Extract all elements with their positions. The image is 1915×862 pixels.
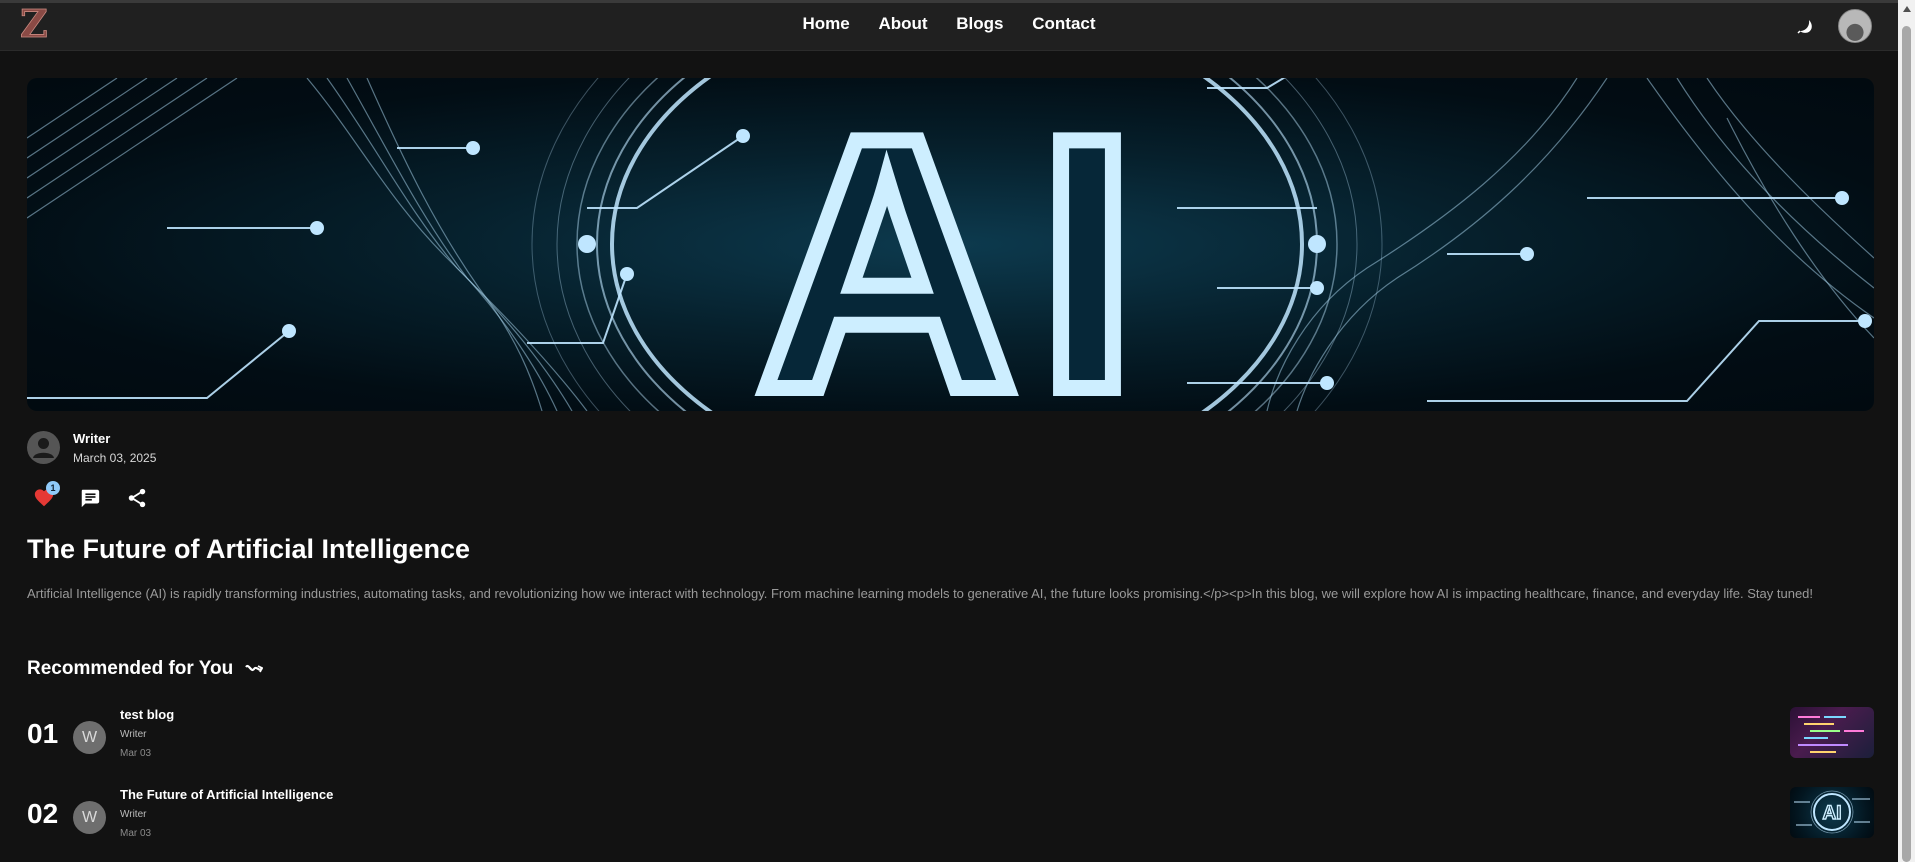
post-body: Artificial Intelligence (AI) is rapidly …	[27, 586, 1814, 601]
post-date: March 03, 2025	[73, 451, 157, 465]
main-nav: Home About Blogs Contact	[0, 14, 1898, 34]
scrollbar-thumb[interactable]	[1902, 26, 1911, 862]
nav-about[interactable]: About	[878, 14, 927, 33]
recommended-heading-label: Recommended for You	[27, 658, 234, 679]
recommended-title[interactable]: test blog	[120, 707, 174, 722]
top-navbar: Z Home About Blogs Contact	[0, 0, 1898, 51]
svg-text:AI: AI	[757, 78, 1157, 411]
person-icon	[33, 438, 54, 458]
recommended-item[interactable]: 01 W test blog Writer Mar 03	[27, 707, 1874, 767]
author-initial-avatar: W	[73, 721, 106, 754]
like-count-badge: 1	[46, 481, 60, 495]
recommended-thumbnail[interactable]	[1790, 707, 1874, 758]
post-title: The Future of Artificial Intelligence	[27, 534, 471, 564]
moon-icon[interactable]	[1796, 16, 1816, 36]
trending-icon	[244, 658, 263, 679]
comment-icon[interactable]	[79, 487, 101, 509]
nav-home[interactable]: Home	[802, 14, 849, 33]
recommended-title[interactable]: The Future of Artificial Intelligence	[120, 787, 333, 802]
nav-blogs[interactable]: Blogs	[956, 14, 1003, 33]
author-initial-avatar: W	[73, 801, 106, 834]
user-avatar[interactable]	[1838, 9, 1872, 43]
recommended-date: Mar 03	[120, 748, 152, 759]
recommended-author: Writer	[120, 809, 147, 820]
recommended-heading: Recommended for You	[27, 658, 263, 680]
recommended-date: Mar 03	[120, 828, 152, 839]
rank-number: 01	[27, 718, 59, 749]
recommended-author: Writer	[120, 729, 147, 740]
nav-contact[interactable]: Contact	[1032, 14, 1095, 33]
recommended-thumbnail[interactable]: AI	[1790, 787, 1874, 838]
author-name[interactable]: Writer	[73, 431, 110, 446]
author-avatar[interactable]	[27, 431, 60, 464]
recommended-item[interactable]: 02 W The Future of Artificial Intelligen…	[27, 787, 1874, 847]
share-icon[interactable]	[126, 487, 148, 509]
scroll-up-arrow-icon[interactable]	[1903, 6, 1911, 12]
rank-number: 02	[27, 798, 59, 829]
svg-text:AI: AI	[1823, 803, 1842, 824]
hero-image: AI	[27, 78, 1874, 411]
